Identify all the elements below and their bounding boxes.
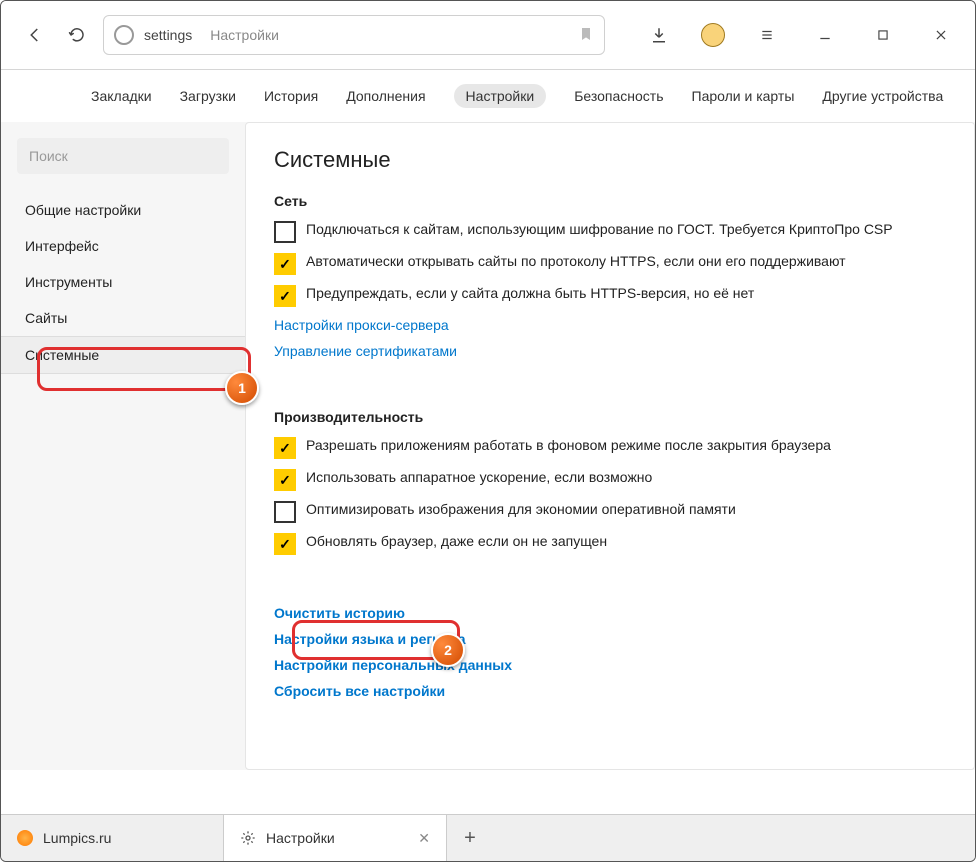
link-language[interactable]: Настройки языка и региона — [274, 631, 974, 647]
link-clear-history[interactable]: Очистить историю — [274, 605, 974, 621]
topnav-downloads[interactable]: Загрузки — [180, 88, 236, 104]
omnibox-page: Настройки — [210, 27, 279, 43]
check-label: Оптимизировать изображения для экономии … — [306, 501, 736, 517]
menu-button[interactable] — [751, 19, 783, 51]
topnav-history[interactable]: История — [264, 88, 318, 104]
link-reset[interactable]: Сбросить все настройки — [274, 683, 974, 699]
topnav-passwords[interactable]: Пароли и карты — [692, 88, 795, 104]
check-label: Использовать аппаратное ускорение, если … — [306, 469, 652, 485]
omnibox-host: settings — [144, 27, 192, 43]
bookmark-icon[interactable] — [578, 26, 594, 45]
settings-sidebar: Поиск Общие настройки Интерфейс Инструме… — [1, 122, 245, 770]
checkbox-icon — [274, 285, 296, 307]
sidebar-item-tools[interactable]: Инструменты — [1, 264, 245, 300]
back-button[interactable] — [19, 19, 51, 51]
section-perf: Производительность — [274, 409, 974, 425]
profile-avatar[interactable] — [701, 23, 725, 47]
new-tab-button[interactable]: + — [447, 815, 493, 861]
toolbar: settings Настройки — [1, 1, 975, 70]
check-label: Разрешать приложениям работать в фоновом… — [306, 437, 831, 453]
check-https-warn[interactable]: Предупреждать, если у сайта должна быть … — [274, 285, 974, 307]
overflow-fade — [962, 123, 974, 769]
check-hw-accel[interactable]: Использовать аппаратное ускорение, если … — [274, 469, 974, 491]
topnav-settings[interactable]: Настройки — [454, 84, 547, 108]
check-background-apps[interactable]: Разрешать приложениям работать в фоновом… — [274, 437, 974, 459]
gear-icon — [240, 830, 256, 846]
check-label: Подключаться к сайтам, использующим шифр… — [306, 221, 893, 237]
link-personal-data[interactable]: Настройки персональных данных — [274, 657, 974, 673]
tabbar: Lumpics.ru Настройки ✕ + — [1, 814, 975, 861]
checkbox-icon — [274, 501, 296, 523]
minimize-button[interactable] — [809, 19, 841, 51]
page-title: Системные — [274, 147, 974, 173]
annotation-badge-2: 2 — [431, 633, 465, 667]
downloads-button[interactable] — [643, 19, 675, 51]
sidebar-item-general[interactable]: Общие настройки — [1, 192, 245, 228]
annotation-badge-1: 1 — [225, 371, 259, 405]
reload-button[interactable] — [61, 19, 93, 51]
tab-title: Настройки — [266, 830, 335, 846]
sidebar-item-interface[interactable]: Интерфейс — [1, 228, 245, 264]
settings-search-input[interactable]: Поиск — [17, 138, 229, 174]
tab-settings[interactable]: Настройки ✕ — [224, 815, 447, 861]
tab-title: Lumpics.ru — [43, 830, 111, 846]
settings-topnav: Закладки Загрузки История Дополнения Нас… — [1, 70, 975, 122]
checkbox-icon — [274, 469, 296, 491]
maximize-button[interactable] — [867, 19, 899, 51]
checkbox-icon — [274, 533, 296, 555]
check-update-browser[interactable]: Обновлять браузер, даже если он не запущ… — [274, 533, 974, 555]
site-icon — [114, 25, 134, 45]
topnav-bookmarks[interactable]: Закладки — [91, 88, 152, 104]
sun-icon — [17, 830, 33, 846]
checkbox-icon — [274, 437, 296, 459]
topnav-devices[interactable]: Другие устройства — [822, 88, 943, 104]
checkbox-icon — [274, 253, 296, 275]
sidebar-item-system[interactable]: Системные — [1, 336, 245, 374]
content-area: Поиск Общие настройки Интерфейс Инструме… — [1, 122, 975, 770]
check-optimize-images[interactable]: Оптимизировать изображения для экономии … — [274, 501, 974, 523]
check-label: Автоматически открывать сайты по протоко… — [306, 253, 846, 269]
browser-window: settings Настройки Закладки Загрузки Ист… — [0, 0, 976, 862]
check-label: Предупреждать, если у сайта должна быть … — [306, 285, 754, 301]
check-gost[interactable]: Подключаться к сайтам, использующим шифр… — [274, 221, 974, 243]
check-https-auto[interactable]: Автоматически открывать сайты по протоко… — [274, 253, 974, 275]
sidebar-item-sites[interactable]: Сайты — [1, 300, 245, 336]
link-proxy[interactable]: Настройки прокси-сервера — [274, 317, 974, 333]
check-label: Обновлять браузер, даже если он не запущ… — [306, 533, 607, 549]
topnav-addons[interactable]: Дополнения — [346, 88, 425, 104]
close-button[interactable] — [925, 19, 957, 51]
omnibox[interactable]: settings Настройки — [103, 15, 605, 55]
section-network: Сеть — [274, 193, 974, 209]
close-tab-icon[interactable]: ✕ — [418, 830, 430, 847]
tab-lumpics[interactable]: Lumpics.ru — [1, 815, 224, 861]
settings-main: Системные Сеть Подключаться к сайтам, ис… — [245, 122, 975, 770]
link-certs[interactable]: Управление сертификатами — [274, 343, 974, 359]
checkbox-icon — [274, 221, 296, 243]
topnav-security[interactable]: Безопасность — [574, 88, 663, 104]
